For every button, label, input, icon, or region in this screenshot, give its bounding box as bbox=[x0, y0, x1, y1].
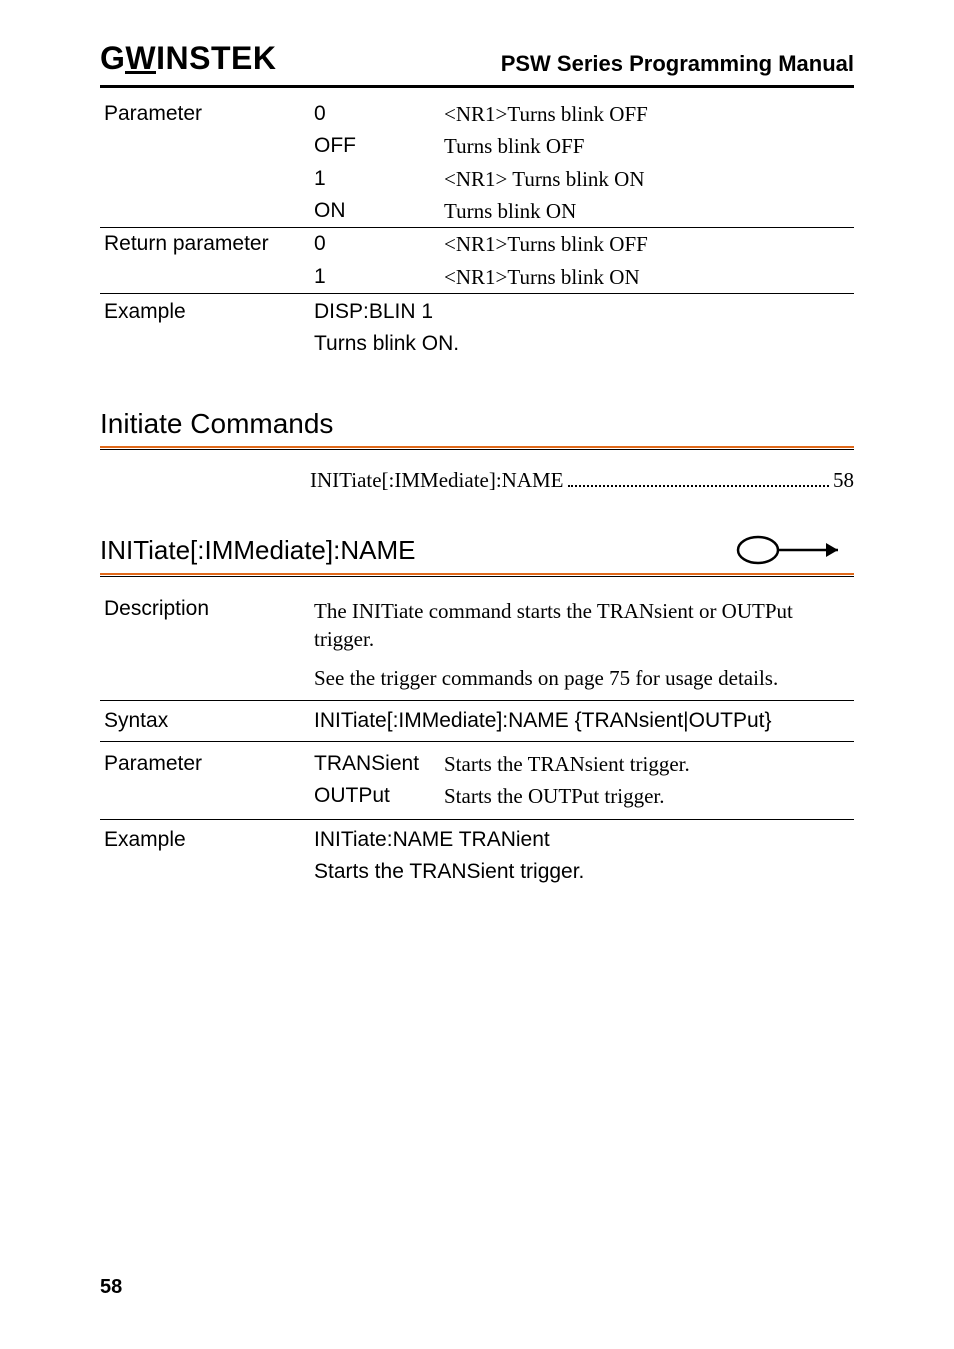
section-rule bbox=[100, 446, 854, 450]
divider bbox=[100, 700, 854, 701]
description-body: The INITiate command starts the TRANsien… bbox=[310, 595, 854, 694]
description-row: Description The INITiate command starts … bbox=[100, 595, 854, 694]
toc-entry: INITiate[:IMMediate]:NAME 58 bbox=[100, 468, 854, 493]
param-desc: Turns blink OFF bbox=[440, 130, 854, 162]
param-val: 0 bbox=[310, 228, 440, 261]
example-code: DISP:BLIN 1 bbox=[314, 300, 459, 324]
parameter-label: Parameter bbox=[100, 748, 310, 813]
syntax-row: Syntax INITiate[:IMMediate]:NAME {TRANsi… bbox=[100, 707, 854, 735]
logo-underline bbox=[125, 71, 156, 74]
param-desc: <NR1>Turns blink OFF bbox=[440, 228, 854, 261]
example-block-2: Example INITiate:NAME TRANient Starts th… bbox=[100, 826, 854, 886]
logo-part-1: G bbox=[100, 40, 125, 77]
example-code: INITiate:NAME TRANient bbox=[314, 828, 584, 852]
table-row: Parameter TRANSient Starts the TRANsient… bbox=[100, 748, 854, 780]
logo-part-u: W bbox=[125, 40, 156, 77]
brand-logo: GWINSTEK bbox=[100, 40, 276, 77]
example-block: Example DISP:BLIN 1 Turns blink ON. bbox=[100, 298, 854, 358]
example-body: INITiate:NAME TRANient Starts the TRANSi… bbox=[310, 826, 588, 886]
param-val: ON bbox=[310, 195, 440, 228]
description-p2: See the trigger commands on page 75 for … bbox=[314, 664, 850, 692]
syntax-label: Syntax bbox=[100, 707, 310, 735]
subsection-rule bbox=[100, 573, 854, 577]
parameter-table: Parameter 0 <NR1>Turns blink OFF OFF Tur… bbox=[100, 98, 854, 294]
toc-page: 58 bbox=[833, 468, 854, 493]
toc-dots bbox=[568, 468, 829, 487]
param-desc: Starts the TRANsient trigger. bbox=[440, 748, 854, 780]
example-body: DISP:BLIN 1 Turns blink ON. bbox=[310, 298, 463, 358]
set-arrow-icon bbox=[734, 533, 854, 567]
divider bbox=[100, 741, 854, 742]
table-row bbox=[100, 294, 854, 295]
toc-label: INITiate[:IMMediate]:NAME bbox=[310, 468, 564, 493]
param-desc: <NR1> Turns blink ON bbox=[440, 163, 854, 195]
parameter-label: Parameter bbox=[100, 98, 310, 228]
param-desc: <NR1>Turns blink ON bbox=[440, 261, 854, 294]
table-row: Return parameter 0 <NR1>Turns blink OFF bbox=[100, 228, 854, 261]
syntax-body: INITiate[:IMMediate]:NAME {TRANsient|OUT… bbox=[310, 707, 854, 735]
example-desc: Turns blink ON. bbox=[314, 332, 459, 356]
param-val: 0 bbox=[310, 98, 440, 130]
param-val: 1 bbox=[310, 261, 440, 294]
example-label: Example bbox=[100, 826, 310, 886]
description-label: Description bbox=[100, 595, 310, 694]
return-parameter-label: Return parameter bbox=[100, 228, 310, 294]
manual-title: PSW Series Programming Manual bbox=[501, 51, 854, 77]
section-heading: Initiate Commands bbox=[100, 408, 854, 440]
page-header: GWINSTEK PSW Series Programming Manual bbox=[100, 40, 854, 83]
page-number: 58 bbox=[100, 1276, 122, 1299]
header-rule bbox=[100, 85, 854, 88]
param-desc: Starts the OUTPut trigger. bbox=[440, 780, 854, 812]
param-val: 1 bbox=[310, 163, 440, 195]
param-desc: <NR1>Turns blink OFF bbox=[440, 98, 854, 130]
subsection-row: INITiate[:IMMediate]:NAME bbox=[100, 533, 854, 567]
parameter-table-2: Parameter TRANSient Starts the TRANsient… bbox=[100, 748, 854, 813]
table-row: Parameter 0 <NR1>Turns blink OFF bbox=[100, 98, 854, 130]
divider bbox=[100, 819, 854, 820]
subsection-heading: INITiate[:IMMediate]:NAME bbox=[100, 535, 415, 566]
logo-part-2: INSTEK bbox=[156, 40, 276, 77]
param-val: OFF bbox=[310, 130, 440, 162]
param-val: OUTPut bbox=[310, 780, 440, 812]
description-p1: The INITiate command starts the TRANsien… bbox=[314, 597, 850, 654]
example-desc: Starts the TRANSient trigger. bbox=[314, 860, 584, 884]
param-desc: Turns blink ON bbox=[440, 195, 854, 228]
example-label: Example bbox=[100, 298, 310, 358]
param-val: TRANSient bbox=[310, 748, 440, 780]
